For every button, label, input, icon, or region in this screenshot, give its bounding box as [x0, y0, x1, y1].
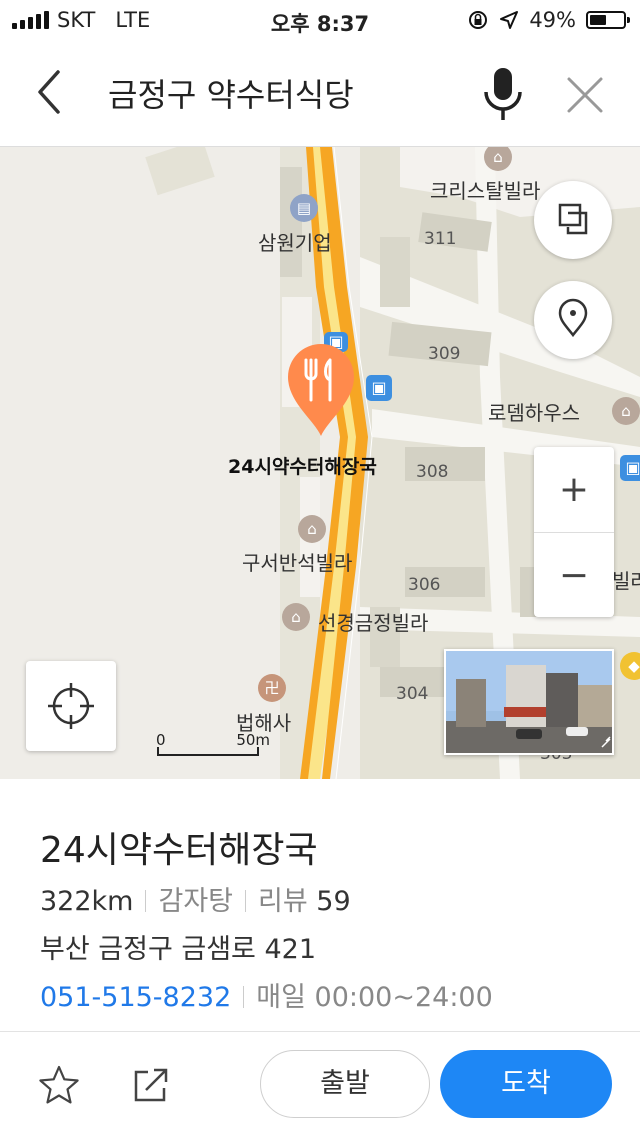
- layers-button[interactable]: [534, 181, 612, 259]
- map-scale: 0 50m: [156, 731, 270, 749]
- scale-zero: 0: [156, 731, 166, 749]
- microphone-icon[interactable]: [478, 64, 528, 124]
- place-meta: 322km 감자탕 리뷰 59: [40, 879, 351, 918]
- building-number: 311: [424, 229, 457, 249]
- label-seongyeong-villa[interactable]: 선경금정빌라: [318, 607, 428, 636]
- street-view-image: [446, 651, 612, 753]
- label-selected-place[interactable]: 24시약수터해장국: [228, 452, 377, 479]
- depart-button[interactable]: 출발: [260, 1050, 430, 1118]
- label-partial-villa: 빌라: [612, 569, 640, 593]
- place-category: 감자탕: [158, 886, 234, 917]
- bus-stop-icon[interactable]: ▣: [620, 455, 640, 481]
- review-count[interactable]: 59: [316, 886, 350, 917]
- place-address: 부산 금정구 금샘로 421: [40, 934, 317, 965]
- shop-icon[interactable]: ◆: [620, 652, 640, 680]
- place-detail: 24시약수터해장국 322km 감자탕 리뷰 59 부산 금정구 금샘로 421 0…: [0, 779, 640, 1031]
- star-icon[interactable]: [38, 1064, 80, 1106]
- street-view-thumbnail[interactable]: [444, 649, 614, 755]
- building-number: 309: [428, 344, 461, 364]
- business-hours: 매일 00:00~24:00: [256, 982, 493, 1013]
- scale-distance: 50m: [236, 731, 271, 749]
- office-icon[interactable]: ▤: [290, 194, 318, 222]
- bus-stop-icon[interactable]: ▣: [366, 375, 392, 401]
- share-icon[interactable]: [130, 1064, 172, 1106]
- building-number: 308: [416, 462, 449, 482]
- arrive-button[interactable]: 도착: [440, 1050, 612, 1118]
- battery-percent: 49%: [529, 8, 576, 32]
- back-arrow-icon[interactable]: [30, 66, 70, 118]
- label-samwon[interactable]: 삼원기업: [258, 227, 332, 256]
- location-marker-button[interactable]: [534, 281, 612, 359]
- location-arrow-icon: [500, 11, 519, 29]
- building-number: 306: [408, 575, 441, 595]
- label-crystal-villa[interactable]: 크리스탈빌라: [430, 175, 540, 204]
- zoom-out-button[interactable]: −: [534, 532, 614, 618]
- house-icon[interactable]: ⌂: [298, 515, 326, 543]
- place-distance: 322km: [40, 886, 134, 917]
- current-location-button[interactable]: [26, 661, 116, 751]
- house-icon[interactable]: ⌂: [612, 397, 640, 425]
- temple-icon[interactable]: 卍: [258, 674, 286, 702]
- place-name[interactable]: 24시약수터해장국: [40, 821, 318, 873]
- search-header: 금정구 약수터식당: [0, 40, 640, 147]
- map-view[interactable]: 삼원기업 크리스탈빌라 로뎀하우스 24시약수터해장국 구서반석빌라 선경금정빌…: [0, 147, 640, 779]
- map-marker-icon: [558, 298, 588, 338]
- label-guseo-villa[interactable]: 구서반석빌라: [242, 547, 352, 576]
- battery-icon: [586, 11, 630, 29]
- zoom-controls: + −: [534, 447, 614, 617]
- building-number: 304: [396, 684, 429, 704]
- label-rodem-house[interactable]: 로뎀하우스: [488, 397, 580, 426]
- close-icon[interactable]: [564, 74, 606, 116]
- status-bar: SKT LTE 오후 8:37 49%: [0, 0, 640, 40]
- rotation-lock-icon: [469, 11, 488, 29]
- house-icon[interactable]: ⌂: [282, 603, 310, 631]
- action-bar: 출발 도착: [0, 1031, 640, 1137]
- zoom-in-button[interactable]: +: [534, 447, 614, 532]
- crosshair-icon: [48, 683, 94, 729]
- review-label[interactable]: 리뷰: [258, 886, 308, 917]
- restaurant-pin-icon[interactable]: [284, 340, 358, 440]
- phone-link[interactable]: 051-515-8232: [40, 982, 231, 1013]
- layers-icon: [558, 203, 588, 235]
- place-contact: 051-515-8232 매일 00:00~24:00: [40, 975, 493, 1014]
- search-query[interactable]: 금정구 약수터식당: [108, 70, 354, 116]
